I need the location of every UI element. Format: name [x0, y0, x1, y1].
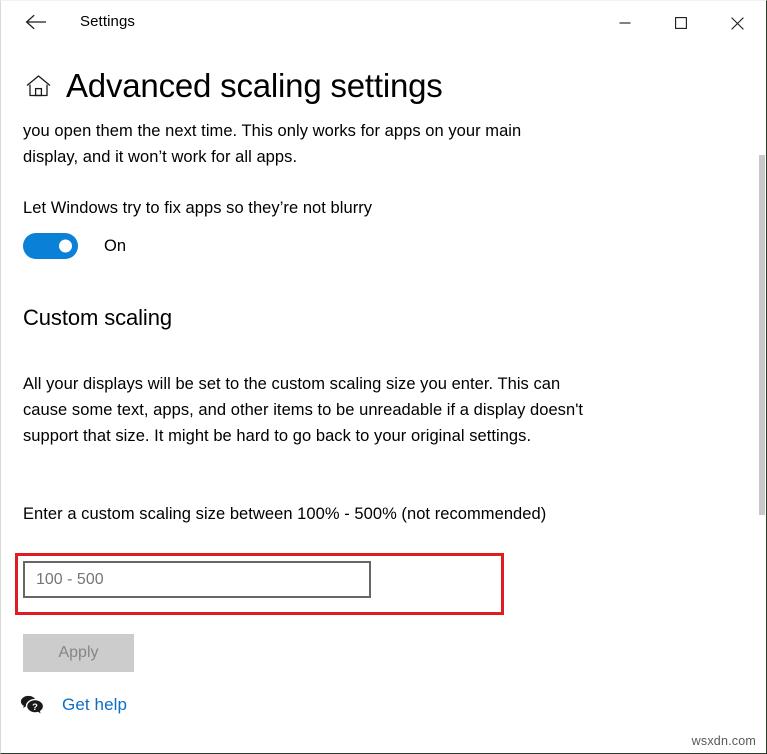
custom-scaling-heading: Custom scaling	[23, 303, 172, 333]
custom-scaling-field-label: Enter a custom scaling size between 100%…	[23, 501, 568, 527]
svg-text:?: ?	[32, 701, 38, 712]
get-help-label: Get help	[62, 693, 127, 717]
fix-blurry-apps-toggle-row: On	[23, 233, 126, 259]
scrollbar[interactable]	[759, 95, 765, 753]
close-icon	[731, 17, 744, 30]
settings-window: Settings	[0, 0, 767, 754]
maximize-icon	[675, 17, 687, 29]
get-help-link[interactable]: ? Get help	[19, 693, 127, 717]
back-button[interactable]	[16, 5, 56, 39]
fix-blurry-apps-toggle-state: On	[104, 233, 126, 259]
home-icon[interactable]	[23, 71, 53, 101]
scrollbar-thumb[interactable]	[759, 155, 765, 515]
custom-scaling-description: All your displays will be set to the cus…	[23, 371, 593, 449]
watermark: wsxdn.com	[692, 734, 756, 748]
back-arrow-icon	[25, 13, 47, 31]
window-controls	[597, 1, 765, 45]
close-button[interactable]	[709, 1, 765, 45]
apply-button[interactable]: Apply	[23, 634, 134, 672]
fix-blurry-apps-label: Let Windows try to fix apps so they’re n…	[23, 195, 543, 221]
minimize-button[interactable]	[597, 1, 653, 45]
minimize-icon	[619, 17, 631, 29]
page-header: Advanced scaling settings	[23, 67, 443, 105]
help-chat-icon: ?	[19, 693, 45, 717]
title-bar: Settings	[1, 1, 766, 48]
custom-scaling-input[interactable]	[23, 561, 371, 598]
fix-blurry-apps-toggle[interactable]	[23, 233, 78, 259]
maximize-button[interactable]	[653, 1, 709, 45]
app-title: Settings	[80, 13, 135, 31]
page-title: Advanced scaling settings	[66, 67, 443, 105]
settings-content: Advanced scaling settings you open them …	[1, 48, 766, 753]
toggle-knob	[59, 240, 72, 253]
intro-text: you open them the next time. This only w…	[23, 118, 568, 170]
